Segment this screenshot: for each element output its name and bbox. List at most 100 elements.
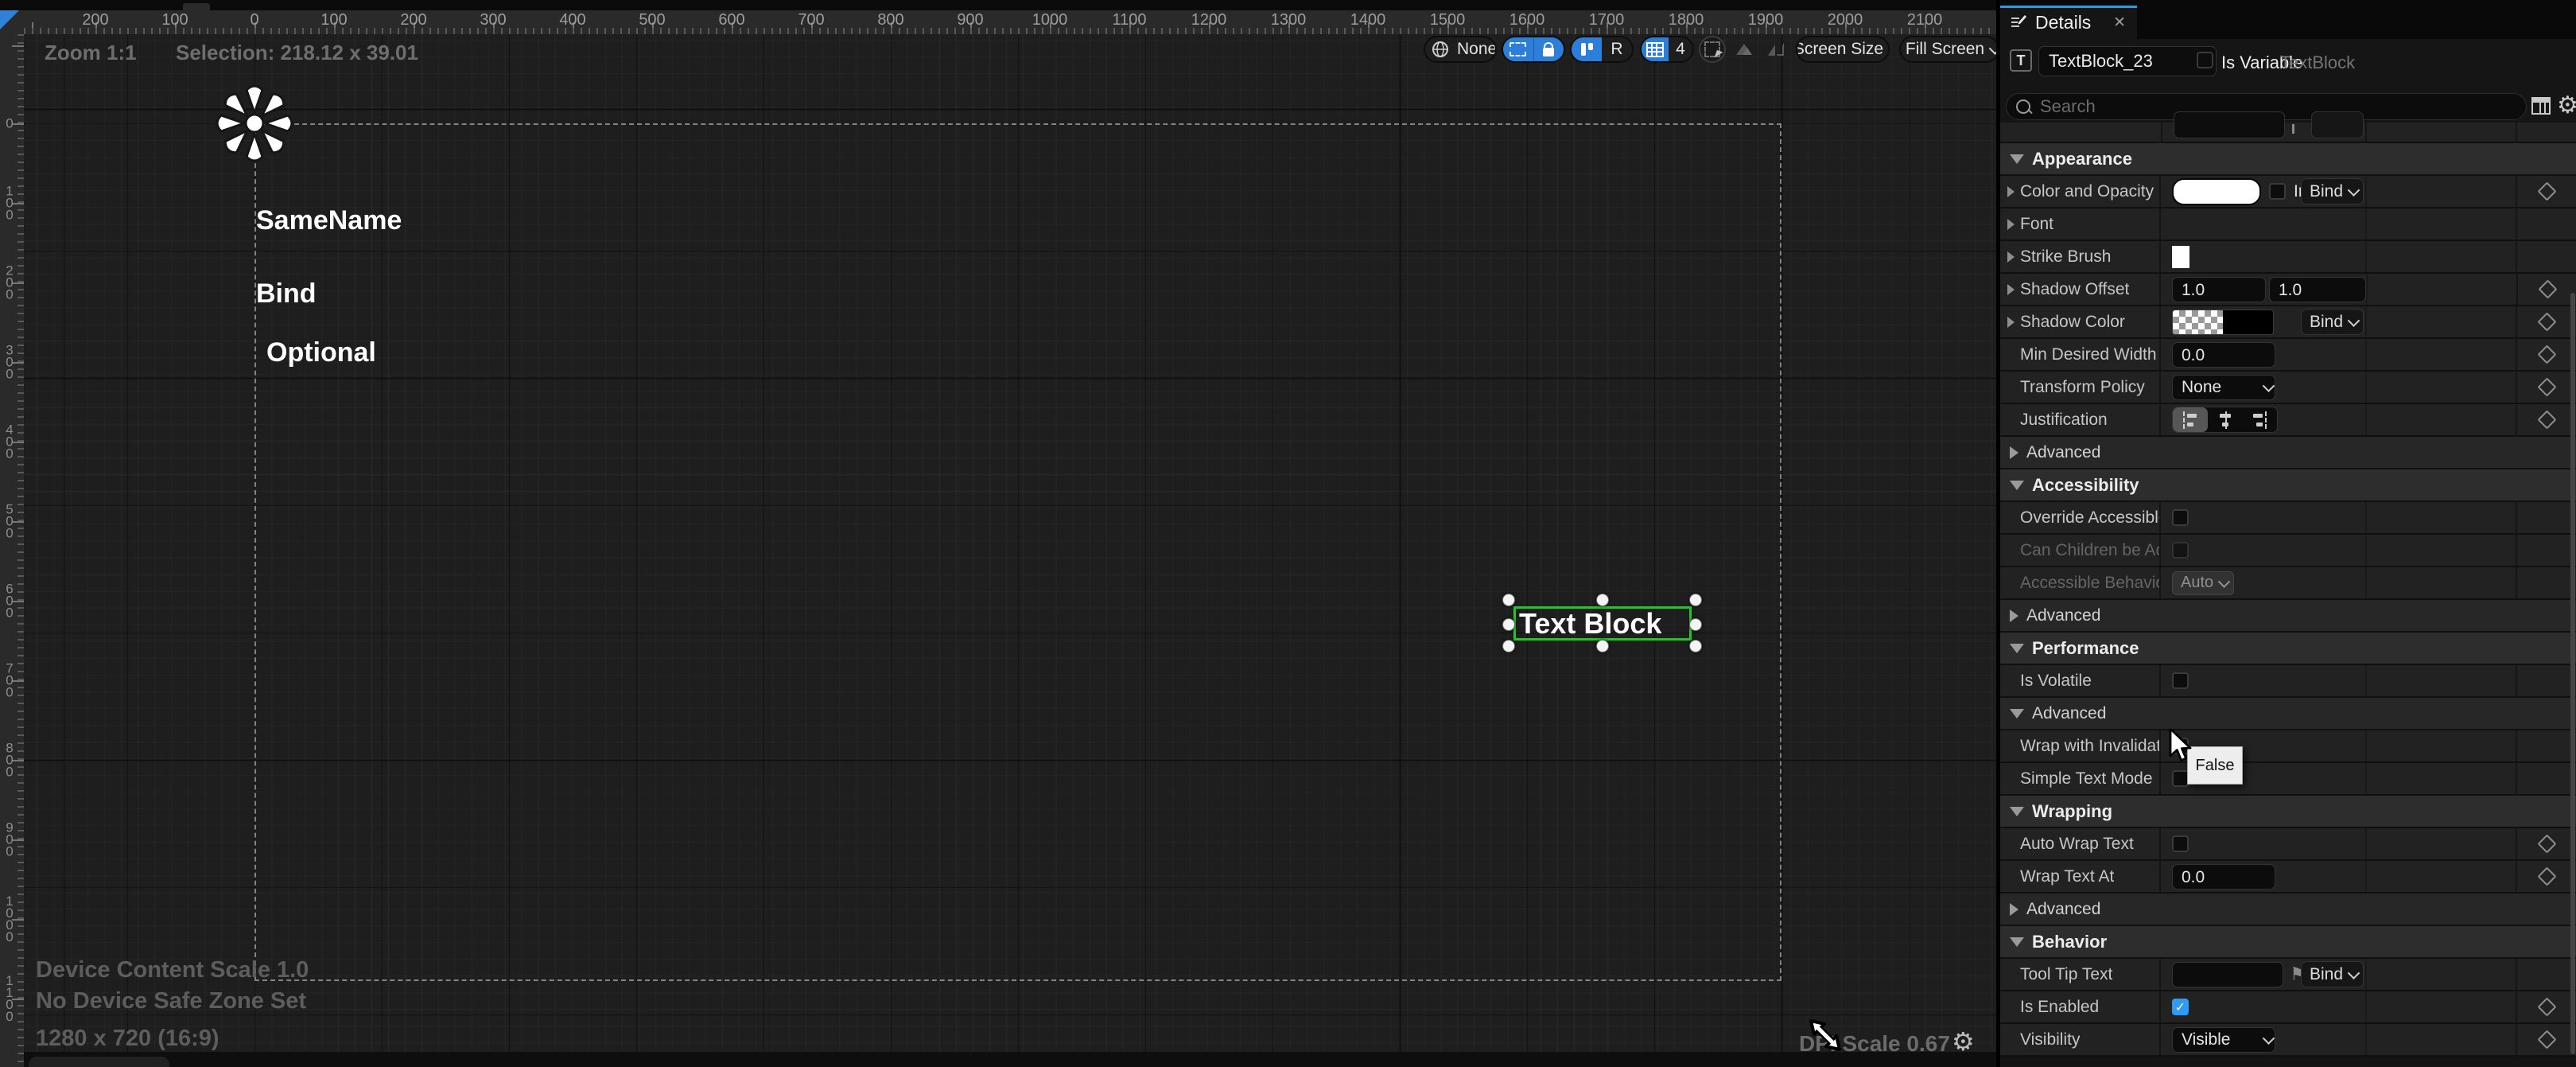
section-header-wrapping[interactable]: Wrapping (2000, 796, 2576, 828)
advanced-row[interactable]: Advanced (2000, 698, 2576, 730)
selection-handle[interactable] (1689, 594, 1702, 606)
tab-stub (183, 3, 210, 10)
inherit-checkbox[interactable] (2269, 183, 2286, 200)
grid-snap-size-button[interactable]: 4 (1669, 37, 1692, 61)
property-row: VisibilityVisible (2000, 1024, 2576, 1057)
lock-widgets-button[interactable] (1533, 37, 1564, 61)
reset-to-default-icon[interactable] (2537, 345, 2556, 364)
section-header-accessibility[interactable]: Accessibility (2000, 469, 2576, 502)
value-dropdown[interactable]: None (2172, 375, 2275, 400)
v-ruler-label: 7 0 0 (4, 663, 15, 699)
grid-snap-button[interactable] (1642, 37, 1669, 61)
reset-to-default-icon[interactable] (2538, 279, 2557, 298)
color-swatch[interactable] (2172, 178, 2261, 205)
value-dropdown[interactable]: Visible (2172, 1027, 2275, 1053)
selection-handle[interactable] (1596, 640, 1609, 652)
selection-handle[interactable] (1502, 640, 1515, 652)
property-value-cell: 0.0 (2161, 861, 2367, 892)
reset-to-default-icon[interactable] (2537, 312, 2556, 331)
selection-handle[interactable] (1502, 594, 1515, 606)
advanced-row[interactable]: Advanced (2000, 437, 2576, 469)
settings-gear-icon[interactable]: ⚙ (2557, 92, 2576, 119)
reset-to-default-icon[interactable] (2537, 997, 2556, 1016)
chevron-down-icon (2263, 380, 2275, 392)
property-value-cell: None (2161, 372, 2367, 403)
vertical-ruler: 01 0 02 0 03 0 04 0 05 0 06 0 07 0 08 0 … (0, 34, 25, 1067)
display-filter-icon[interactable] (2531, 97, 2551, 115)
value-input[interactable]: 0.0 (2172, 342, 2275, 368)
justify-center-button[interactable] (2208, 407, 2243, 432)
throbber-flower-icon[interactable] (211, 80, 298, 167)
triangle-expanded-icon (2010, 937, 2024, 947)
property-checkbox[interactable] (2172, 770, 2189, 787)
justify-right-button[interactable] (2242, 407, 2277, 432)
reset-to-default-icon[interactable] (2537, 181, 2556, 201)
accessible-behavior-dropdown[interactable]: Auto (2172, 571, 2234, 595)
respect-locks-button[interactable]: R (1602, 37, 1632, 61)
textblock-widget[interactable]: Optional (266, 337, 376, 368)
property-value-cell: InheritBind (2161, 176, 2367, 207)
design-viewport[interactable]: SameName Bind Optional Text Block Zoom 1… (24, 34, 1996, 1067)
property-checkbox-checked[interactable]: ✓ (2172, 999, 2189, 1015)
flip-preview-button[interactable] (1762, 36, 1789, 63)
reset-to-default-icon[interactable] (2537, 1030, 2556, 1049)
top-strip (0, 0, 1996, 10)
details-tab[interactable]: Details ✕ (2000, 6, 2137, 39)
strike-brush-swatch[interactable] (2172, 246, 2189, 268)
reset-to-default-icon[interactable] (2537, 866, 2556, 886)
property-checkbox[interactable] (2172, 672, 2189, 689)
reset-to-default-icon[interactable] (2537, 410, 2556, 429)
fill-screen-dropdown[interactable]: Fill Screen (1899, 36, 1996, 63)
selection-handle[interactable] (1689, 618, 1702, 631)
outline-toggle-button[interactable] (1503, 37, 1533, 61)
widget-outlines-button[interactable] (1572, 37, 1602, 61)
bind-button[interactable]: Bind (2301, 309, 2364, 335)
section-header-appearance[interactable]: Appearance (2000, 143, 2576, 176)
preview-background-button[interactable] (1731, 36, 1758, 63)
select-designer-widget-button[interactable] (1699, 36, 1726, 63)
ruler-corner-wedge-icon (0, 10, 19, 29)
details-scrollbar[interactable] (2570, 293, 2575, 1054)
screen-size-dropdown[interactable]: Screen Size (1796, 36, 1890, 63)
advanced-row[interactable]: Advanced (2000, 894, 2576, 926)
value-input[interactable]: 0.0 (2172, 864, 2275, 890)
selection-handle[interactable] (1596, 594, 1609, 606)
localization-preview-button[interactable]: None (1424, 36, 1497, 63)
property-checkbox[interactable] (2172, 509, 2189, 526)
textblock-widget[interactable]: SameName (256, 205, 402, 236)
triangle-collapsed-icon (2007, 317, 2015, 328)
animations-tab-stub[interactable] (29, 1057, 169, 1067)
close-tab-icon[interactable]: ✕ (2113, 14, 2126, 32)
property-value-cell: ⚑Bind (2161, 959, 2367, 990)
shadow-offset-y-input[interactable]: 1.0 (2269, 277, 2366, 302)
section-header-behavior[interactable]: Behavior (2000, 926, 2576, 959)
justification-segmented-control (2172, 407, 2278, 433)
shadow-offset-x-input[interactable]: 1.0 (2172, 277, 2266, 302)
bind-button[interactable]: Bind (2301, 961, 2364, 987)
selection-handle[interactable] (1502, 618, 1515, 631)
selection-handle[interactable] (1689, 640, 1702, 652)
safe-zone-label: No Device Safe Zone Set (36, 988, 306, 1014)
section-header-performance[interactable]: Performance (2000, 633, 2576, 665)
tooltip-text-input[interactable] (2172, 962, 2283, 987)
umg-designer-window: { "colors":{"accent_blue":"#2b7fd9","sel… (0, 0, 2576, 1067)
property-checkbox[interactable] (2172, 835, 2189, 852)
property-row: Shadow ColorBind (2000, 306, 2576, 339)
advanced-row[interactable]: Advanced (2000, 600, 2576, 633)
shadow-color-swatch[interactable] (2172, 310, 2274, 335)
property-value-cell (2161, 828, 2367, 859)
reset-to-default-icon[interactable] (2537, 377, 2556, 396)
justify-left-button[interactable] (2173, 407, 2208, 432)
textblock-widget[interactable]: Bind (256, 278, 317, 310)
globe-icon (1432, 41, 1449, 58)
h-ruler-label: 600 (718, 11, 744, 29)
property-row: Auto Wrap Text (2000, 828, 2576, 861)
property-checkbox[interactable] (2172, 542, 2189, 559)
reset-to-default-icon[interactable] (2537, 834, 2556, 853)
is-variable-checkbox[interactable] (2197, 52, 2213, 68)
selected-textblock-widget[interactable]: Text Block (1513, 606, 1692, 641)
property-label: Font (2020, 215, 2053, 234)
bind-button[interactable]: Bind (2301, 178, 2364, 204)
widget-name-input[interactable]: TextBlock_23 (2038, 46, 2217, 76)
property-row: Accessible BehaviorAuto (2000, 567, 2576, 600)
